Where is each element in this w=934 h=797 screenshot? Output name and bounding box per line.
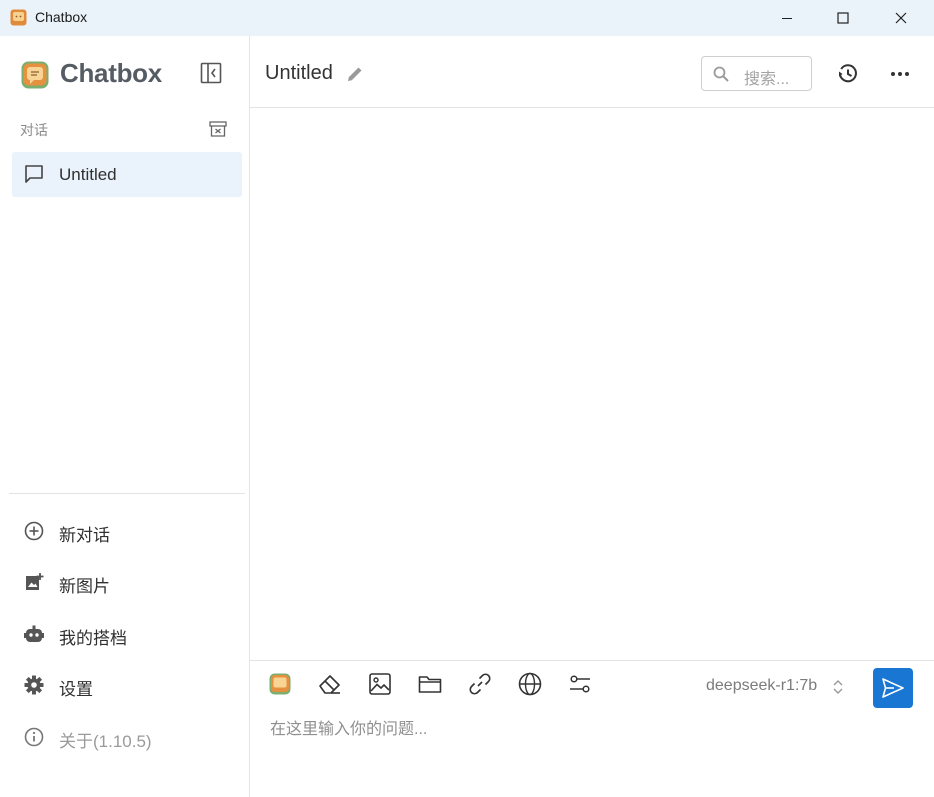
brand-name: Chatbox	[60, 58, 162, 88]
message-input[interactable]	[270, 717, 910, 743]
collapse-sidebar-icon[interactable]	[199, 61, 223, 85]
chatbox-app-icon	[10, 9, 27, 26]
edit-pencil-icon[interactable]	[346, 65, 364, 83]
settings-label: 设置	[59, 680, 93, 699]
chatbox-logo-button[interactable]	[267, 671, 293, 697]
new-chat-button[interactable]: 新对话	[12, 509, 242, 553]
history-icon[interactable]	[836, 62, 860, 86]
main-panel: Untitled 搜索... deepseek-r1:7b 在这里输入你的问题.…	[250, 36, 934, 797]
minimize-button[interactable]	[758, 0, 816, 36]
my-copilots-button[interactable]: 我的搭档	[12, 612, 242, 656]
chat-settings-button[interactable]	[567, 671, 593, 697]
model-selector[interactable]: deepseek-r1:7b	[706, 677, 817, 695]
search-box[interactable]: 搜索...	[701, 56, 812, 91]
attach-file-button[interactable]	[417, 671, 443, 697]
link-icon	[469, 673, 491, 695]
composer: deepseek-r1:7b	[250, 660, 934, 797]
eraser-icon	[319, 675, 340, 694]
attach-image-button[interactable]	[367, 671, 393, 697]
close-icon	[895, 12, 907, 24]
chat-header: Untitled 搜索...	[250, 36, 934, 108]
image-icon	[369, 673, 391, 695]
web-search-button[interactable]	[517, 671, 543, 697]
sidebar: Chatbox 对话 Untitled 新对话 新图片 我的搭档 设置 关于(1…	[0, 36, 250, 797]
add-image-icon	[26, 573, 44, 590]
chat-title: Untitled	[265, 62, 333, 84]
archive-icon[interactable]	[207, 118, 229, 140]
chat-bubble-icon	[25, 165, 43, 183]
folder-icon	[418, 676, 442, 693]
add-circle-icon	[24, 521, 44, 541]
globe-icon	[518, 672, 542, 696]
search-placeholder: 搜索...	[744, 71, 790, 88]
attach-link-button[interactable]	[467, 671, 493, 697]
close-button[interactable]	[872, 0, 930, 36]
robot-icon	[24, 625, 44, 642]
search-icon	[713, 66, 729, 82]
sliders-icon	[570, 675, 590, 693]
more-options-icon[interactable]	[888, 62, 912, 86]
sidebar-divider	[9, 493, 245, 494]
chatbox-logo-icon	[269, 673, 291, 695]
new-chat-label: 新对话	[59, 526, 110, 545]
my-copilots-label: 我的搭档	[59, 629, 127, 648]
gear-icon	[24, 675, 44, 695]
new-image-button[interactable]: 新图片	[12, 560, 242, 604]
chatbox-logo-icon	[21, 61, 49, 89]
clear-button[interactable]	[317, 671, 343, 697]
send-button[interactable]	[873, 668, 913, 708]
session-title: Untitled	[59, 165, 117, 184]
window-title: Chatbox	[35, 9, 88, 25]
about-button[interactable]: 关于(1.10.5)	[12, 715, 242, 759]
session-item[interactable]: Untitled	[12, 152, 242, 197]
maximize-button[interactable]	[814, 0, 872, 36]
message-list[interactable]	[250, 109, 934, 661]
about-label: 关于(1.10.5)	[59, 732, 152, 751]
info-icon	[24, 727, 44, 747]
chevron-up-down-icon[interactable]	[832, 677, 844, 697]
maximize-icon	[837, 12, 849, 24]
settings-button[interactable]: 设置	[12, 663, 242, 707]
new-image-label: 新图片	[59, 577, 110, 596]
conversations-section-label: 对话	[20, 122, 48, 138]
send-icon	[882, 678, 904, 698]
title-bar: Chatbox	[0, 0, 934, 36]
minimize-icon	[782, 18, 792, 19]
